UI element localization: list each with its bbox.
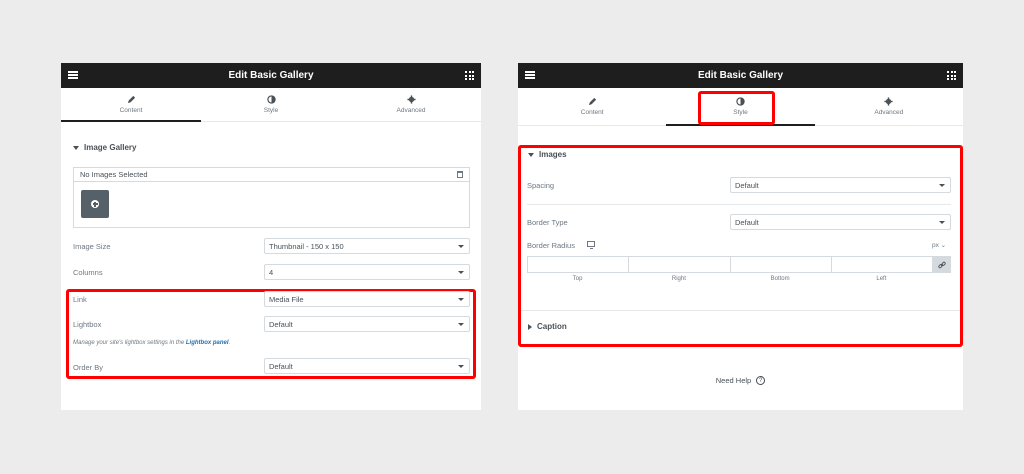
note-text: Manage your site's lightbox settings in …	[73, 340, 185, 346]
image-size-select[interactable]: Thumbnail - 150 x 150	[264, 238, 470, 254]
gallery-status-bar: No Images Selected	[74, 168, 469, 182]
gear-icon	[406, 95, 416, 104]
pencil-icon	[127, 95, 135, 104]
gear-icon	[884, 97, 893, 106]
image-size-label: Image Size	[73, 242, 111, 251]
panel-title: Edit Basic Gallery	[697, 70, 784, 81]
question-icon: ?	[756, 376, 766, 385]
gallery-status: No Images Selected	[80, 170, 148, 179]
contrast-icon	[266, 95, 276, 104]
tab-style[interactable]: Style	[201, 88, 341, 121]
lightbox-select[interactable]: Default	[264, 316, 470, 332]
editor-panel-style: Edit Basic Gallery Content Style Advance…	[518, 63, 963, 410]
trash-icon[interactable]	[457, 171, 463, 178]
panel-title: Edit Basic Gallery	[228, 70, 314, 81]
columns-label: Columns	[73, 268, 103, 277]
dim-label-right: Right	[671, 276, 686, 282]
chevron-down-icon	[458, 365, 464, 368]
caret-down-icon	[528, 152, 534, 157]
select-value: Default	[269, 361, 293, 371]
hamburger-menu-icon[interactable]	[68, 71, 78, 79]
order-by-select[interactable]: Default	[264, 358, 470, 374]
select-value: Thumbnail - 150 x 150	[269, 241, 344, 251]
editor-panel-content: Edit Basic Gallery Content Style Advance…	[61, 63, 481, 410]
link-icon	[937, 261, 946, 268]
panel-header: Edit Basic Gallery	[61, 63, 481, 88]
select-value: Media File	[269, 294, 304, 304]
border-radius-labels: Top Right Bottom Left	[527, 276, 932, 282]
section-title: Image Gallery	[84, 143, 137, 152]
tab-label: Content	[119, 107, 143, 114]
spacing-label: Spacing	[527, 181, 555, 190]
widgets-grid-icon[interactable]	[465, 71, 474, 80]
pencil-icon	[588, 97, 596, 106]
plus-icon	[91, 200, 99, 208]
radius-right-input[interactable]	[628, 256, 730, 273]
link-label: Link	[73, 295, 87, 304]
select-value: Default	[269, 319, 293, 329]
gallery-picker: No Images Selected	[73, 167, 470, 228]
monitor-icon[interactable]	[587, 241, 595, 249]
tab-label: Advanced	[874, 109, 904, 116]
section-title: Images	[539, 150, 567, 159]
dim-label-left: Left	[876, 276, 887, 282]
divider	[521, 310, 960, 311]
select-value: Default	[735, 217, 759, 227]
help-text: Need Help	[715, 376, 752, 385]
unit-value: px	[932, 242, 939, 249]
tab-label: Style	[263, 107, 279, 114]
radius-bottom-input[interactable]	[729, 256, 831, 273]
section-images[interactable]: Images	[528, 150, 567, 159]
border-radius-label: Border Radius	[527, 241, 575, 250]
tab-advanced[interactable]: Advanced	[341, 88, 481, 121]
select-value: Default	[735, 180, 759, 190]
add-images-button[interactable]	[81, 190, 109, 218]
border-type-label: Border Type	[527, 218, 568, 227]
tab-content[interactable]: Content	[518, 88, 666, 125]
link-select[interactable]: Media File	[264, 291, 470, 307]
widgets-grid-icon[interactable]	[947, 71, 956, 80]
chevron-down-icon	[939, 184, 945, 187]
columns-select[interactable]: 4	[264, 264, 470, 280]
highlight-box-images	[518, 145, 963, 347]
chevron-down-icon	[939, 221, 945, 224]
chevron-down-icon	[458, 245, 464, 248]
tab-label: Advanced	[396, 107, 426, 114]
lightbox-label: Lightbox	[73, 320, 102, 329]
highlight-box-style-tab	[698, 91, 775, 125]
radius-top-input[interactable]	[527, 256, 629, 273]
lightbox-panel-link[interactable]: Lightbox panel	[186, 340, 229, 346]
select-value: 4	[269, 267, 274, 277]
panel-tabs: Content Style Advanced	[61, 88, 481, 122]
spacing-select[interactable]: Default	[730, 177, 951, 193]
caret-right-icon	[528, 323, 532, 330]
link-values-button[interactable]	[932, 256, 951, 273]
section-title: Caption	[537, 322, 567, 331]
tab-advanced[interactable]: Advanced	[815, 88, 963, 125]
divider	[527, 204, 951, 205]
radius-left-input[interactable]	[830, 256, 932, 273]
tab-content[interactable]: Content	[61, 88, 201, 122]
order-by-label: Order By	[73, 363, 104, 372]
section-image-gallery[interactable]: Image Gallery	[73, 143, 136, 152]
panel-header: Edit Basic Gallery	[518, 63, 963, 88]
need-help-link[interactable]: Need Help ?	[518, 376, 963, 385]
hamburger-menu-icon[interactable]	[525, 71, 535, 79]
dim-label-bottom: Bottom	[770, 276, 790, 282]
unit-select[interactable]: px ⌄	[932, 241, 946, 249]
tab-label: Content	[580, 109, 604, 116]
note-end: .	[228, 340, 231, 346]
section-caption[interactable]: Caption	[528, 322, 567, 331]
dim-label-top: Top	[572, 276, 583, 282]
lightbox-note: Manage your site's lightbox settings in …	[73, 340, 230, 346]
chevron-down-icon	[458, 298, 464, 301]
border-type-select[interactable]: Default	[730, 214, 951, 230]
caret-down-icon	[73, 145, 79, 150]
chevron-down-icon	[458, 323, 464, 326]
chevron-down-icon	[458, 271, 464, 274]
border-radius-inputs	[527, 256, 951, 273]
